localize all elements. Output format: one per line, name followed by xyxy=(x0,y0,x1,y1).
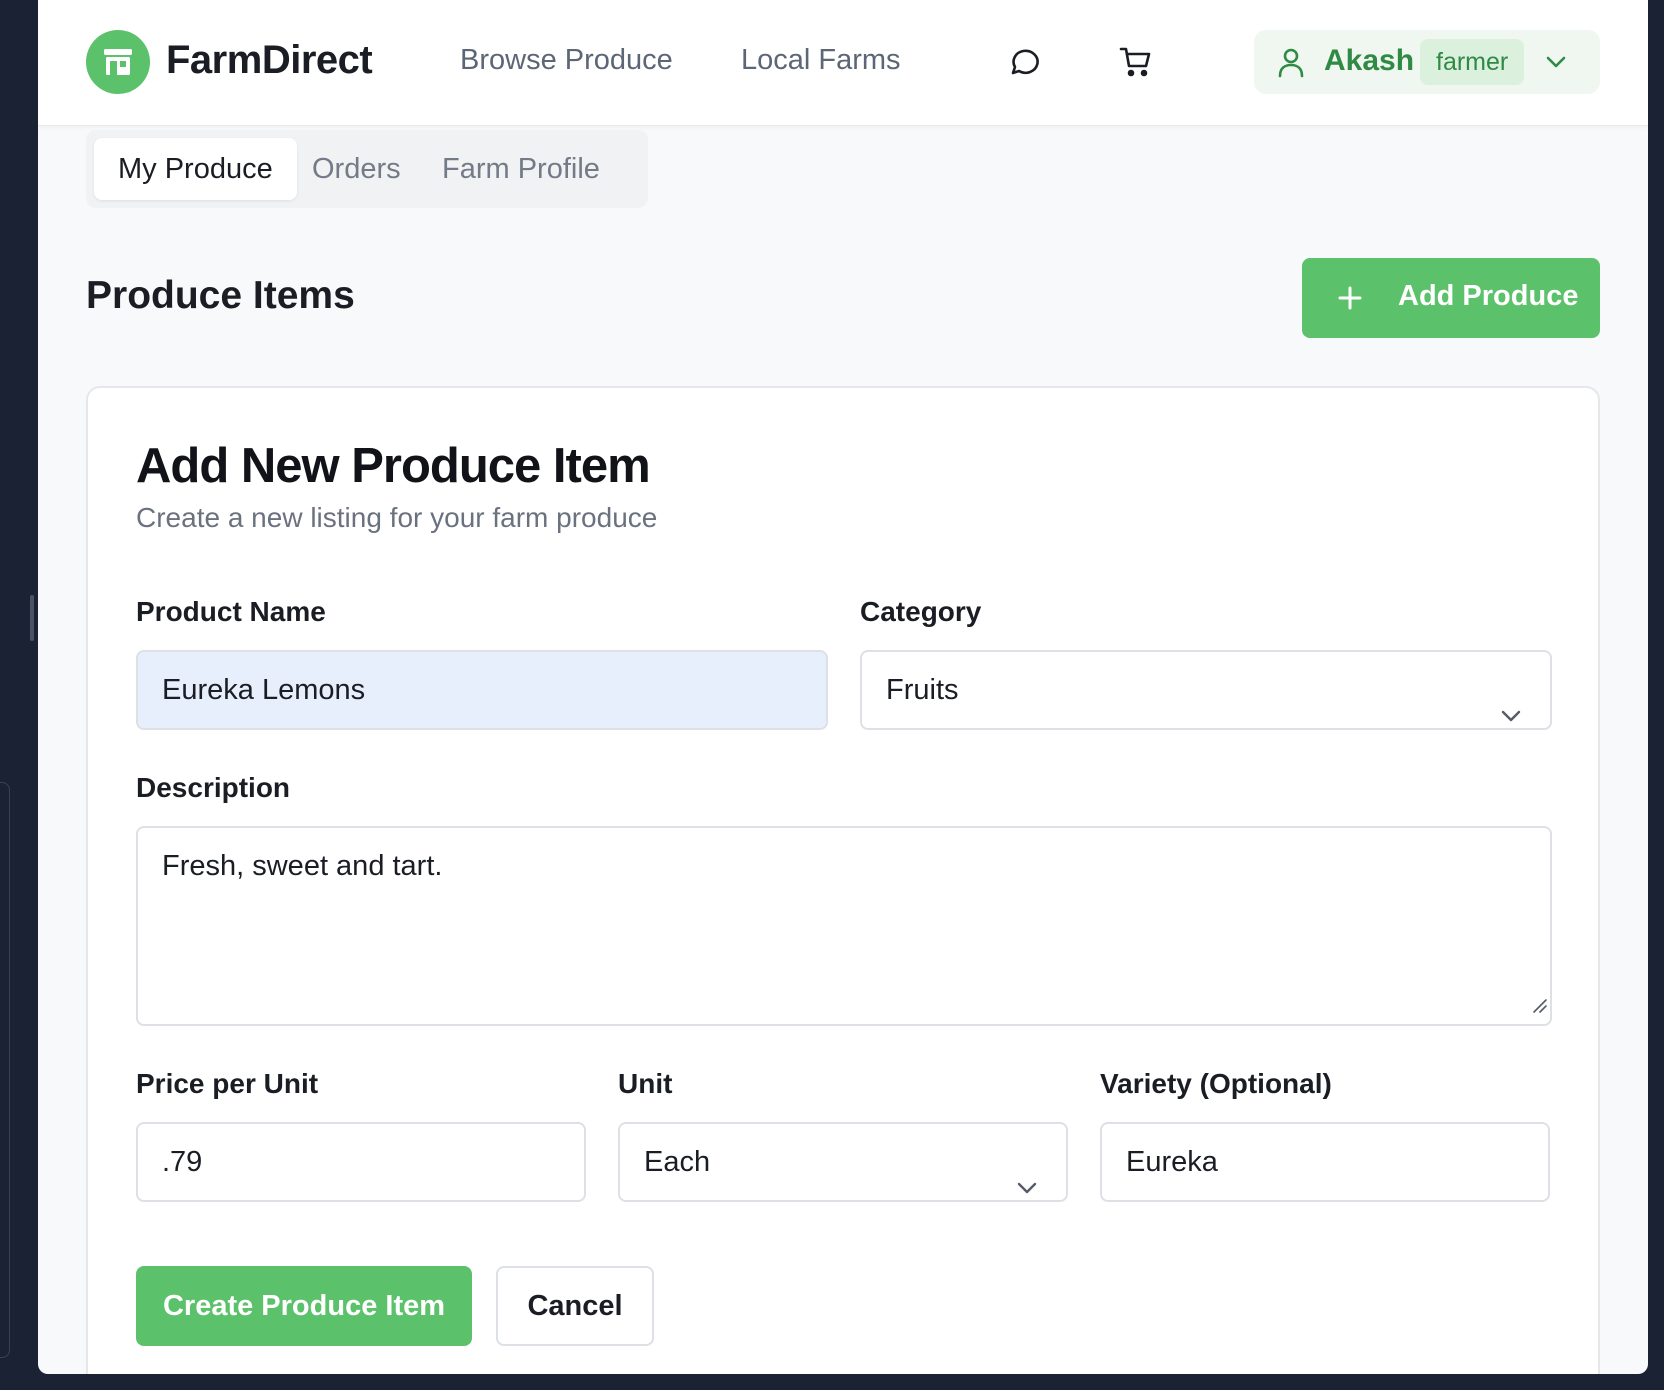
resize-handle[interactable] xyxy=(30,595,34,641)
nav-browse-produce[interactable]: Browse Produce xyxy=(460,44,673,77)
logo-store-icon[interactable] xyxy=(86,30,150,94)
app-window: FarmDirect Browse Produce Local Farms Ak xyxy=(38,0,1648,1374)
product-name-input[interactable]: Eureka Lemons xyxy=(136,650,828,730)
background-panel-edge xyxy=(0,782,10,1358)
cancel-button[interactable]: Cancel xyxy=(496,1266,654,1346)
chevron-down-icon xyxy=(1500,680,1522,756)
price-input[interactable]: .79 xyxy=(136,1122,586,1202)
tab-orders[interactable]: Orders xyxy=(288,138,425,200)
category-value: Fruits xyxy=(886,674,959,706)
variety-value: Eureka xyxy=(1126,1146,1218,1178)
tab-my-produce[interactable]: My Produce xyxy=(94,138,297,200)
top-header: FarmDirect Browse Produce Local Farms Ak xyxy=(38,0,1648,126)
category-select[interactable]: Fruits xyxy=(860,650,1552,730)
unit-select[interactable]: Each xyxy=(618,1122,1068,1202)
user-menu[interactable]: Akash farmer xyxy=(1254,30,1600,94)
description-label: Description xyxy=(136,772,291,803)
user-name: Akash xyxy=(1324,44,1415,77)
tab-farm-profile[interactable]: Farm Profile xyxy=(418,138,624,200)
add-produce-form-card: Add New Produce Item Create a new listin… xyxy=(86,386,1600,1374)
product-name-label: Product Name xyxy=(136,596,326,627)
variety-label: Variety (Optional) xyxy=(1100,1068,1332,1099)
form-subtitle: Create a new listing for your farm produ… xyxy=(136,502,658,533)
description-textarea[interactable]: Fresh, sweet and tart. xyxy=(136,826,1552,1026)
product-name-value: Eureka Lemons xyxy=(162,674,366,706)
form-title: Add New Produce Item xyxy=(136,439,651,493)
cart-icon[interactable] xyxy=(1118,44,1154,80)
variety-input[interactable]: Eureka xyxy=(1100,1122,1550,1202)
nav-local-farms[interactable]: Local Farms xyxy=(741,44,901,77)
price-label: Price per Unit xyxy=(136,1068,319,1099)
plus-icon xyxy=(1336,284,1364,317)
unit-label: Unit xyxy=(618,1068,673,1099)
role-badge: farmer xyxy=(1420,39,1525,85)
background-window-strip xyxy=(0,0,38,1390)
add-produce-button[interactable]: Add Produce xyxy=(1302,258,1600,338)
chevron-down-icon xyxy=(1544,50,1568,79)
page-title: Produce Items xyxy=(86,274,355,317)
resize-grip-icon[interactable] xyxy=(1530,989,1548,1022)
brand-name[interactable]: FarmDirect xyxy=(166,38,373,83)
chevron-down-icon xyxy=(1016,1152,1038,1228)
dashboard-tabs: My Produce Orders Farm Profile xyxy=(86,130,648,208)
unit-value: Each xyxy=(644,1146,711,1178)
user-icon xyxy=(1276,46,1306,83)
description-value: Fresh, sweet and tart. xyxy=(162,850,443,882)
create-produce-button[interactable]: Create Produce Item xyxy=(136,1266,472,1346)
category-label: Category xyxy=(860,596,982,627)
message-icon[interactable] xyxy=(1006,44,1042,80)
add-produce-label: Add Produce xyxy=(1398,280,1579,312)
price-value: .79 xyxy=(162,1146,203,1178)
